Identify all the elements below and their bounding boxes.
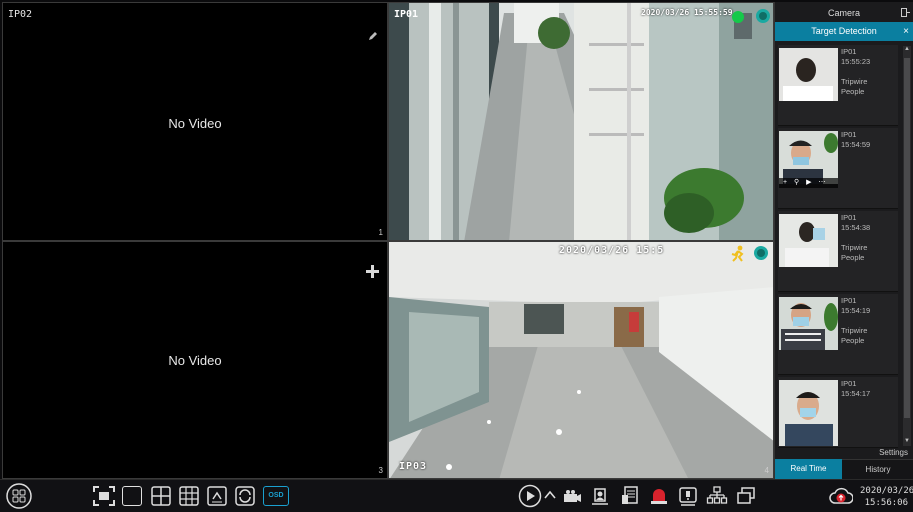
close-icon[interactable]: × — [903, 22, 909, 41]
face-thumbnail — [779, 380, 838, 446]
edit-pencil-icon[interactable] — [367, 30, 379, 42]
card-type: People — [841, 87, 865, 96]
card-camera: IP01 — [841, 213, 857, 222]
hall-video-frame — [389, 242, 773, 478]
face-thumbnail — [779, 131, 838, 184]
clock-time: 15:56:06 — [864, 498, 908, 508]
video-pane-ip01[interactable]: IP01 2020/03/26 15:55:59 — [388, 2, 774, 241]
corridor-video-frame — [389, 3, 773, 240]
face-thumbnail — [779, 214, 838, 267]
target-detection-title: Target Detection — [811, 26, 877, 36]
dwell-sequence-icon[interactable] — [207, 486, 227, 506]
detection-card[interactable]: IP01 15:54:38 Tripwire People — [778, 211, 898, 292]
settings-link[interactable]: Settings — [879, 448, 908, 457]
face-thumbnail — [779, 48, 838, 101]
sidebar-title: Camera — [827, 8, 860, 18]
disk-status-icon[interactable] — [677, 485, 699, 507]
card-time: 15:54:17 — [841, 389, 871, 398]
video-pane-empty[interactable]: No Video 3 — [2, 241, 388, 479]
card-scrollbar[interactable]: ▲ ▼ — [903, 46, 911, 446]
card-event: Tripwire — [841, 77, 868, 86]
motion-alarm-icon — [754, 246, 768, 260]
start-menu-icon[interactable] — [6, 483, 32, 509]
play-icon[interactable]: ▶ — [806, 179, 811, 186]
video-pane-ip02[interactable]: IP02 No Video 1 — [2, 2, 388, 241]
pane-camera-label: IP03 — [399, 461, 428, 472]
scroll-up-icon[interactable]: ▲ — [903, 46, 911, 54]
no-video-text: No Video — [168, 353, 222, 368]
card-time: 15:55:23 — [841, 57, 871, 66]
pane-number: 1 — [378, 228, 383, 237]
card-camera: IP01 — [841, 130, 857, 139]
card-time: 15:54:59 — [841, 140, 871, 149]
clock-date: 2020/03/26 — [860, 486, 913, 496]
osd-timestamp: 2020/03/26 15:55:59 — [641, 8, 733, 17]
recording-status-icon — [732, 11, 744, 23]
detection-card[interactable]: IP01 15:54:19 Tripwire People — [778, 294, 898, 375]
sidebar-tabs: Real Time History — [775, 459, 913, 479]
more-icon[interactable]: ⋯ — [818, 179, 825, 186]
card-type: People — [841, 253, 865, 262]
detection-card[interactable]: IP01 15:55:23 Tripwire People — [778, 45, 898, 126]
osd-timestamp: 2020/03/26 15:5 — [559, 245, 665, 256]
alarm-siren-icon[interactable] — [648, 485, 670, 507]
card-type: People — [841, 336, 865, 345]
pane-camera-label: IP02 — [8, 9, 33, 20]
video-pane-ip03[interactable]: 2020/03/26 15:5 IP03 4 — [388, 241, 774, 479]
detection-card-selected[interactable]: + ⚲ ▶ ⋯ IP01 15:54:59 — [778, 128, 898, 209]
osd-toggle-button[interactable]: OSD — [263, 486, 289, 506]
add-camera-plus-icon[interactable] — [366, 265, 379, 278]
card-event: Tripwire — [841, 326, 868, 335]
switch-stream-icon[interactable] — [235, 486, 255, 506]
card-camera: IP01 — [841, 296, 857, 305]
network-icon[interactable] — [706, 485, 728, 507]
scroll-down-icon[interactable]: ▼ — [903, 438, 911, 446]
layout-4-icon[interactable] — [151, 486, 171, 506]
cloud-upgrade-icon[interactable] — [829, 487, 853, 505]
search-icon[interactable]: ⚲ — [794, 179, 799, 186]
detection-sidebar: Camera Target Detection × IP01 15:55:23 … — [774, 2, 913, 479]
sidebar-header: Camera — [775, 2, 913, 22]
layout-9-icon[interactable] — [179, 486, 199, 506]
scroll-thumb[interactable] — [904, 58, 910, 418]
card-camera: IP01 — [841, 379, 857, 388]
detection-card[interactable]: IP01 15:54:17 — [778, 377, 898, 448]
face-detect-icon[interactable] — [589, 485, 611, 507]
bottom-toolbar: OSD 2020/03/26 15:56:06 — [0, 479, 913, 512]
event-log-icon[interactable] — [619, 485, 641, 507]
add-icon[interactable]: + — [783, 179, 787, 186]
motion-alarm-icon — [756, 9, 770, 23]
tab-history[interactable]: History — [842, 459, 913, 479]
card-event: Tripwire — [841, 243, 868, 252]
card-action-bar: + ⚲ ▶ ⋯ — [779, 178, 838, 188]
pane-camera-label: IP01 — [394, 9, 419, 20]
ptz-camera-icon[interactable] — [561, 485, 583, 507]
playback-icon[interactable] — [518, 484, 542, 508]
face-thumbnail — [779, 297, 838, 350]
layout-1-icon[interactable] — [122, 486, 142, 506]
card-camera: IP01 — [841, 47, 857, 56]
window-switch-icon[interactable] — [735, 485, 757, 507]
pane-number: 4 — [764, 466, 769, 475]
pane-number: 3 — [378, 466, 383, 475]
chevron-up-icon[interactable] — [544, 489, 556, 501]
collapse-panel-icon[interactable] — [901, 8, 910, 17]
target-detection-header[interactable]: Target Detection × — [775, 22, 913, 41]
card-time: 15:54:19 — [841, 306, 871, 315]
fullscreen-icon[interactable] — [93, 486, 115, 506]
no-video-text: No Video — [168, 116, 222, 131]
tab-realtime[interactable]: Real Time — [775, 459, 842, 479]
card-time: 15:54:38 — [841, 223, 871, 232]
person-running-icon — [731, 245, 744, 262]
